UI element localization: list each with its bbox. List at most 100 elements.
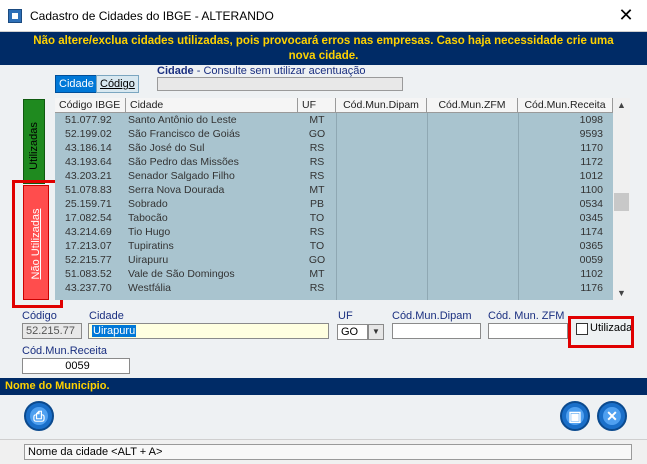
cell-dipam [336,268,427,282]
cell-codigo-ibge: 52.199.02 [65,128,112,140]
table-row[interactable]: 52.199.02 São Francisco de Goiás GO 9593 [55,128,613,142]
table-row[interactable]: 51.078.83 Serra Nova Dourada MT 1100 [55,184,613,198]
cell-zfm [427,212,518,226]
status-bar: Nome do Município. [0,378,647,395]
warning-banner: Não altere/exclua cidades utilizadas, po… [0,32,647,65]
tab-codigo[interactable]: Código [96,75,139,93]
cell-dipam [336,184,427,198]
cell-uf: RS [309,156,325,168]
cell-uf: RS [309,226,325,238]
title-bar: Cadastro de Cidades do IBGE - ALTERANDO … [0,0,647,32]
cell-zfm [427,142,518,156]
cell-codigo-ibge: 43.237.70 [65,282,112,294]
table-row[interactable]: 52.215.77 Uirapuru GO 0059 [55,254,613,268]
floppy-icon: ▣ [568,408,582,424]
cell-codigo-ibge: 43.203.21 [65,170,112,182]
cell-uf: TO [309,212,325,224]
cell-receita: 9593 [579,128,603,140]
cell-codigo-ibge: 43.186.14 [65,142,112,154]
table-header: Código IBGE Cidade UF Cód.Mun.Dipam Cód.… [55,98,613,113]
scroll-up-icon[interactable]: ▲ [613,98,630,112]
cell-dipam [336,212,427,226]
dipam-field[interactable] [392,323,481,339]
cell-codigo-ibge: 17.213.07 [65,240,112,252]
tab-utilizadas[interactable]: Utilizadas [23,99,45,184]
table-scrollbar[interactable]: ▲ ▼ [613,98,630,300]
cell-cidade: Tabocão [128,212,168,224]
cell-cidade: Sobrado [128,198,168,210]
uf-select[interactable]: GO [337,324,368,340]
cancel-button[interactable]: ✕ [597,401,627,431]
save-button[interactable]: ▣ [560,401,590,431]
dipam-label: Cód.Mun.Dipam [392,310,472,322]
cell-zfm [427,268,518,282]
action-bar: ⎙ ▣ ✕ [0,395,647,439]
uf-label: UF [338,310,353,322]
table-row[interactable]: 43.214.69 Tio Hugo RS 1174 [55,226,613,240]
edit-form: Código 52.215.77 Cidade Uirapuru UF GO ▼… [0,308,647,378]
cell-zfm [427,226,518,240]
table-row[interactable]: 17.082.54 Tabocão TO 0345 [55,212,613,226]
column-header-zfm[interactable]: Cód.Mun.ZFM [427,98,518,113]
chevron-down-icon[interactable]: ▼ [368,324,384,340]
cell-dipam [336,170,427,184]
table-row[interactable]: 17.213.07 Tupiratins TO 0365 [55,240,613,254]
cell-uf: MT [309,268,325,280]
cities-table[interactable]: Código IBGE Cidade UF Cód.Mun.Dipam Cód.… [55,98,613,300]
footer-hint: Nome da cidade <ALT + A> [24,444,632,460]
cell-zfm [427,282,518,296]
printer-icon: ⎙ [33,408,45,424]
table-row[interactable]: 43.237.70 Westfália RS 1176 [55,282,613,296]
table-row[interactable]: 43.193.64 São Pedro das Missões RS 1172 [55,156,613,170]
scroll-down-icon[interactable]: ▼ [613,286,630,300]
column-header-dipam[interactable]: Cód.Mun.Dipam [336,98,427,113]
codigo-field[interactable]: 52.215.77 [22,323,82,339]
zfm-field[interactable] [488,323,568,339]
cell-codigo-ibge: 17.082.54 [65,212,112,224]
zfm-label: Cód. Mun. ZFM [488,310,565,322]
search-panel: Cidade Código Cidade - Consulte sem util… [0,65,647,308]
cell-zfm [427,114,518,128]
table-row[interactable]: 51.083.52 Vale de São Domingos MT 1102 [55,268,613,282]
cell-dipam [336,198,427,212]
column-header-cidade[interactable]: Cidade [126,98,298,113]
scroll-thumb[interactable] [614,193,629,211]
cell-codigo-ibge: 43.193.64 [65,156,112,168]
cell-cidade: Senador Salgado Filho [128,170,235,182]
table-row[interactable]: 43.186.14 São José do Sul RS 1170 [55,142,613,156]
receita-label: Cód.Mun.Receita [22,345,107,357]
table-row[interactable]: 25.159.71 Sobrado PB 0534 [55,198,613,212]
cell-uf: MT [309,184,325,196]
cidade-field[interactable]: Uirapuru [88,323,329,339]
cell-zfm [427,170,518,184]
cell-codigo-ibge: 43.214.69 [65,226,112,238]
column-header-receita[interactable]: Cód.Mun.Receita [518,98,613,113]
table-row[interactable]: 43.203.21 Senador Salgado Filho RS 1012 [55,170,613,184]
print-button[interactable]: ⎙ [24,401,54,431]
search-input[interactable] [157,77,403,91]
column-header-uf[interactable]: UF [298,98,336,113]
close-icon[interactable]: ✕ [614,4,638,28]
cell-uf: RS [309,282,325,294]
column-header-codigo-ibge[interactable]: Código IBGE [55,98,126,113]
search-label: Cidade - Consulte sem utilizar acentuaçã… [157,65,366,77]
tab-utilizadas-label: Utilizadas [28,122,40,170]
cell-codigo-ibge: 51.077.92 [65,114,112,126]
table-row[interactable]: 51.077.92 Santo Antônio do Leste MT 1098 [55,114,613,128]
tab-cidade[interactable]: Cidade [55,75,98,93]
cell-zfm [427,240,518,254]
cell-dipam [336,254,427,268]
cell-receita: 1100 [580,184,603,196]
cell-cidade: Vale de São Domingos [128,268,235,280]
cell-uf: GO [308,128,326,140]
cell-dipam [336,240,427,254]
cell-receita: 1172 [580,156,603,168]
receita-field[interactable]: 0059 [22,358,130,374]
cell-zfm [427,254,518,268]
cell-codigo-ibge: 25.159.71 [65,198,112,210]
warning-line-2: nova cidade. [288,50,359,62]
cell-zfm [427,198,518,212]
cell-cidade: Westfália [128,282,171,294]
warning-line-1: Não altere/exclua cidades utilizadas, po… [33,35,614,47]
cell-receita: 0365 [579,240,603,252]
